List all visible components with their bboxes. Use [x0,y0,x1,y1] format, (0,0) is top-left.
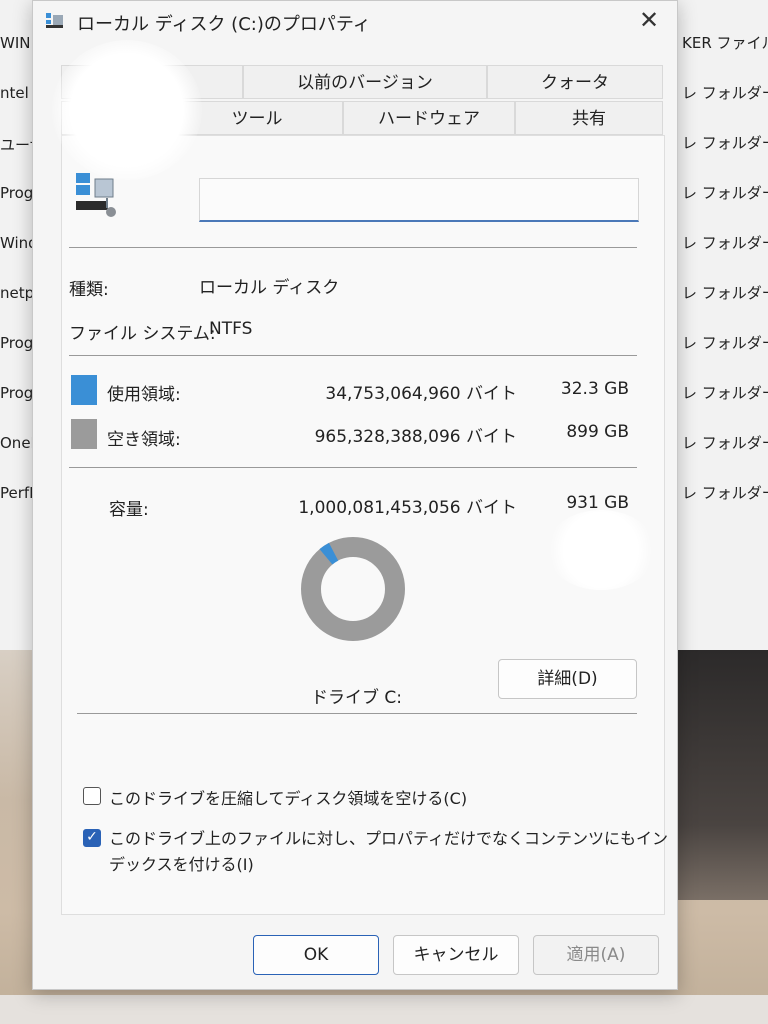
capacity-size: 931 GB [566,493,629,513]
volume-name-input[interactable] [199,178,639,222]
title-bar[interactable]: ローカル ディスク (C:)のプロパティ ✕ [33,1,677,41]
divider [69,247,637,248]
capacity-bytes: 1,000,081,453,056 バイト [298,498,517,518]
compress-drive-label[interactable]: このドライブを圧縮してディスク領域を空ける(C) [109,785,467,809]
tab-quota[interactable]: クォータ [487,65,663,99]
dialog-title: ローカル ディスク (C:)のプロパティ [77,14,371,35]
photo-glare [52,40,202,180]
type-label: 種類: [69,280,109,300]
background-file-type: レ フォルダー [682,234,768,252]
taskbar [0,995,768,1024]
divider [69,467,637,468]
file-system-label: ファイル システム: [69,324,216,344]
background-file-type: レ フォルダー [682,334,768,352]
divider [77,713,637,714]
free-space-label: 空き領域: [107,430,181,450]
tab-previous-versions[interactable]: 以前のバージョン [243,65,487,99]
background-file-type: レ フォルダー [682,184,768,202]
background-file-type: レ フォルダー [682,134,768,152]
close-icon: ✕ [638,6,660,34]
used-space-swatch [71,375,97,405]
index-contents-label-line2[interactable]: デックスを付ける(I) [109,851,254,875]
photo-glare [546,510,656,590]
free-space-size: 899 GB [566,422,629,442]
details-button[interactable]: 詳細(D) [498,659,637,699]
drive-label: ドライブ C: [311,688,403,708]
divider [69,355,637,356]
tab-sharing[interactable]: 共有 [515,101,663,135]
used-space-size: 32.3 GB [560,379,629,399]
background-file-type: レ フォルダー [682,284,768,302]
background-file-type: レ フォルダー [682,434,768,452]
background-file-type-column: KER ファイルレ フォルダーレ フォルダーレ フォルダーレ フォルダーレ フォ… [676,0,768,650]
apply-button[interactable]: 適用(A) [533,935,659,975]
background-file-type: レ フォルダー [682,84,768,102]
tab-hardware[interactable]: ハードウェア [343,101,515,135]
donut-free-slice [301,537,405,641]
drive-icon-small [46,13,63,28]
ok-button[interactable]: OK [253,935,379,975]
used-space-label: 使用領域: [107,385,181,405]
index-contents-checkbox[interactable]: ✓ [83,829,101,847]
free-space-swatch [71,419,97,449]
background-file-type: レ フォルダー [682,484,768,502]
used-space-bytes: 34,753,064,960 バイト [325,384,517,404]
checkmark-icon: ✓ [86,829,98,845]
background-file-type: KER ファイル [682,34,768,52]
type-value: ローカル ディスク [199,278,340,298]
cancel-button[interactable]: キャンセル [393,935,519,975]
compress-drive-checkbox[interactable] [83,787,101,805]
background-desk-shadow [670,650,768,900]
file-system-value: NTFS [209,319,253,339]
index-contents-label-line1[interactable]: このドライブ上のファイルに対し、プロパティだけでなくコンテンツにもイン [109,825,668,849]
disk-usage-donut-chart [301,537,405,641]
close-button[interactable]: ✕ [633,5,665,35]
capacity-label: 容量: [109,500,149,520]
free-space-bytes: 965,328,388,096 バイト [314,427,517,447]
background-file-type: レ フォルダー [682,384,768,402]
